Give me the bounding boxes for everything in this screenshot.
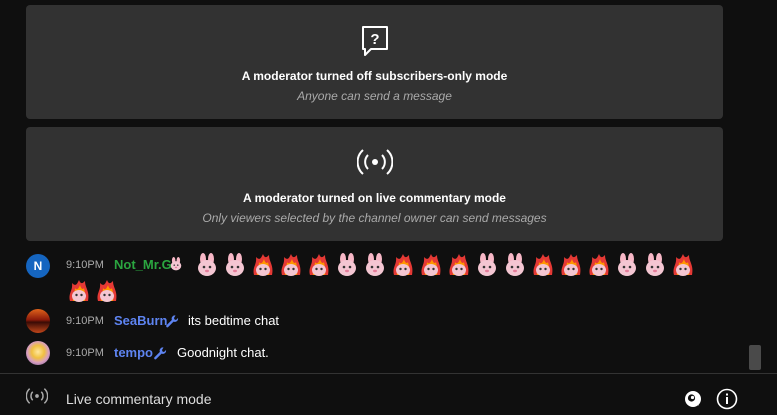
svg-text:?: ? (370, 31, 379, 48)
question-bubble-icon: ? (361, 25, 389, 62)
bunny-emoji-icon (506, 253, 524, 276)
bunny-emoji-icon (478, 253, 496, 276)
bunny-emoji-icon (226, 253, 244, 276)
fire-bunny-emoji-icon (533, 254, 553, 276)
bunny-emoji-icon (198, 253, 216, 276)
notice-title: A moderator turned off subscribers-only … (241, 69, 508, 83)
reaction-button[interactable] (684, 390, 702, 413)
notice-subtitle: Only viewers selected by the channel own… (202, 211, 547, 225)
fire-bunny-emoji-icon (561, 254, 581, 276)
scrollbar-thumb[interactable] (749, 345, 761, 370)
chat-scroll-area[interactable]: ? A moderator turned off subscribers-onl… (0, 0, 777, 373)
message-time: 9:10PM (66, 315, 104, 327)
fire-bunny-emoji-icon (421, 254, 441, 276)
message-text: its bedtime chat (188, 313, 280, 328)
info-icon (716, 388, 738, 410)
avatar[interactable]: N (26, 254, 50, 278)
info-button[interactable] (716, 388, 738, 415)
message-text: Goodnight chat. (177, 345, 269, 360)
fire-bunny-emoji-icon (97, 280, 117, 302)
notice-subscribers-only-off: ? A moderator turned off subscribers-onl… (26, 5, 723, 119)
bunny-emoji-icon (646, 253, 664, 276)
message-time: 9:10PM (66, 347, 104, 359)
bunny-badge-icon (170, 257, 182, 271)
reaction-face-icon (685, 391, 701, 407)
broadcast-icon (25, 387, 49, 410)
broadcast-icon (356, 148, 393, 181)
bunny-emoji-icon (338, 253, 356, 276)
author-name[interactable]: SeaBurn (114, 313, 167, 328)
avatar[interactable] (26, 341, 50, 365)
chat-footer: Live commentary mode (0, 373, 777, 415)
fire-bunny-emoji-icon (253, 254, 273, 276)
fire-bunny-emoji-icon (589, 254, 609, 276)
avatar[interactable] (26, 309, 50, 333)
fire-bunny-emoji-icon (309, 254, 329, 276)
wrench-icon (166, 315, 179, 328)
fire-bunny-emoji-icon (449, 254, 469, 276)
message-time: 9:10PM (66, 259, 104, 271)
wrench-icon (154, 347, 167, 360)
scrollbar[interactable] (747, 0, 763, 373)
bunny-emoji-icon (366, 253, 384, 276)
fire-bunny-emoji-icon (393, 254, 413, 276)
fire-bunny-emoji-icon (281, 254, 301, 276)
author-name[interactable]: Not_Mr.G (114, 257, 172, 272)
author-name[interactable]: tempo (114, 345, 153, 360)
bunny-emoji-icon (618, 253, 636, 276)
notice-subtitle: Anyone can send a message (297, 89, 452, 103)
fire-bunny-emoji-icon (69, 280, 89, 302)
live-commentary-mode-label: Live commentary mode (66, 391, 212, 407)
notice-live-commentary-on: A moderator turned on live commentary mo… (26, 127, 723, 241)
notice-title: A moderator turned on live commentary mo… (243, 191, 506, 205)
fire-bunny-emoji-icon (673, 254, 693, 276)
